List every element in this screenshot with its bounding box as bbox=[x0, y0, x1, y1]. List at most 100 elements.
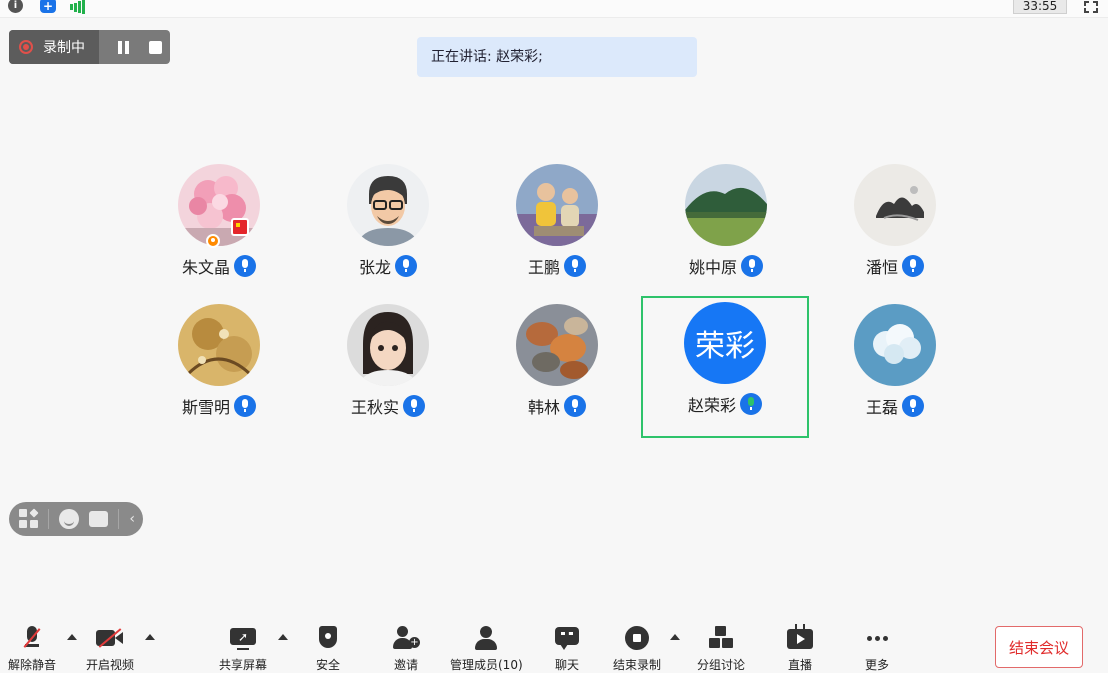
danmaku-chat-icon[interactable] bbox=[88, 511, 109, 527]
network-signal-icon[interactable] bbox=[70, 0, 86, 14]
meeting-window: i + 33:55 录制中 正在讲话: 赵荣彩; 朱文晶 张龙 王鹏 姚中原 潘… bbox=[0, 0, 1108, 673]
chat-icon bbox=[553, 624, 581, 652]
unmute-button[interactable]: 解除静音 bbox=[8, 624, 56, 673]
add-user-icon: + bbox=[392, 624, 420, 652]
avatar bbox=[347, 164, 429, 246]
manage-members-label: 管理成员(10) bbox=[450, 658, 523, 672]
info-icon[interactable]: i bbox=[8, 0, 23, 13]
chat-label: 聊天 bbox=[554, 658, 579, 672]
end-meeting-button[interactable]: 结束会议 bbox=[995, 626, 1083, 668]
participant-name: 潘恒 bbox=[865, 258, 898, 277]
participant-name: 韩林 bbox=[527, 398, 560, 417]
collapse-chevron-icon[interactable]: ‹ bbox=[129, 509, 143, 529]
live-stream-icon bbox=[786, 624, 814, 652]
status-bar: i + 33:55 bbox=[0, 0, 1108, 18]
mic-on-icon[interactable] bbox=[234, 395, 256, 417]
stop-record-icon bbox=[623, 624, 651, 652]
participant-name: 斯雪明 bbox=[181, 398, 230, 417]
bottom-toolbar: 解除静音 开启视频 ➚ 共享屏幕 安全 + 邀请 管理成员(10) 聊天 结束录… bbox=[0, 620, 1108, 673]
participant-tile[interactable]: 韩林 bbox=[473, 298, 641, 440]
avatar bbox=[854, 164, 936, 246]
more-label: 更多 bbox=[864, 658, 889, 672]
host-badge-icon bbox=[206, 234, 220, 248]
speaking-indicator: 正在讲话: 赵荣彩; bbox=[417, 37, 697, 77]
security-label: 安全 bbox=[315, 658, 340, 672]
mic-on-icon[interactable] bbox=[564, 255, 586, 277]
avatar bbox=[854, 304, 936, 386]
recording-controls: 录制中 bbox=[9, 30, 170, 64]
mic-on-icon[interactable] bbox=[403, 395, 425, 417]
invite-button[interactable]: + 邀请 bbox=[392, 624, 420, 673]
recording-options-caret-icon[interactable] bbox=[670, 634, 680, 640]
manage-members-button[interactable]: 管理成员(10) bbox=[450, 624, 523, 673]
shield-icon bbox=[314, 624, 342, 652]
more-button[interactable]: 更多 bbox=[863, 624, 891, 673]
participant-name: 朱文晶 bbox=[181, 258, 230, 277]
participant-tile-active-speaker[interactable]: 荣彩 赵荣彩 bbox=[641, 296, 809, 438]
emoji-reaction-icon[interactable] bbox=[59, 509, 79, 529]
participant-name: 王鹏 bbox=[527, 258, 560, 277]
live-stream-label: 直播 bbox=[787, 658, 812, 672]
end-recording-label: 结束录制 bbox=[613, 658, 662, 672]
avatar bbox=[516, 304, 598, 386]
chat-button[interactable]: 聊天 bbox=[553, 624, 581, 673]
breakout-rooms-label: 分组讨论 bbox=[697, 658, 746, 672]
participant-tile[interactable]: 潘恒 bbox=[811, 158, 979, 300]
recording-label: 录制中 bbox=[43, 40, 85, 56]
members-icon bbox=[472, 624, 500, 652]
start-video-label: 开启视频 bbox=[86, 658, 135, 672]
mic-on-icon[interactable] bbox=[395, 255, 417, 277]
mic-on-icon[interactable] bbox=[902, 395, 924, 417]
flag-badge-icon bbox=[231, 218, 249, 236]
video-options-caret-icon[interactable] bbox=[145, 634, 155, 640]
end-recording-button[interactable]: 结束录制 bbox=[613, 624, 661, 673]
avatar bbox=[516, 164, 598, 246]
invite-label: 邀请 bbox=[393, 658, 418, 672]
participant-tile[interactable]: 王秋实 bbox=[304, 298, 472, 440]
breakout-rooms-icon bbox=[707, 624, 735, 652]
participant-tile[interactable]: 王鹏 bbox=[473, 158, 641, 300]
divider bbox=[48, 509, 50, 529]
share-screen-label: 共享屏幕 bbox=[219, 658, 268, 672]
participant-tile[interactable]: 斯雪明 bbox=[135, 298, 303, 440]
meeting-timer: 33:55 bbox=[1013, 0, 1067, 14]
layout-grid-icon[interactable] bbox=[19, 508, 39, 529]
avatar: 荣彩 bbox=[684, 302, 766, 384]
mic-muted-icon bbox=[18, 624, 46, 652]
mic-on-icon[interactable] bbox=[741, 255, 763, 277]
audio-options-caret-icon[interactable] bbox=[67, 634, 77, 640]
breakout-rooms-button[interactable]: 分组讨论 bbox=[697, 624, 745, 673]
avatar bbox=[685, 164, 767, 246]
mic-on-icon[interactable] bbox=[234, 255, 256, 277]
participant-name: 赵荣彩 bbox=[687, 396, 736, 415]
record-dot-icon bbox=[19, 40, 33, 54]
share-options-caret-icon[interactable] bbox=[278, 634, 288, 640]
stop-recording-button[interactable] bbox=[141, 30, 170, 64]
camera-off-icon bbox=[96, 624, 124, 652]
avatar-initials: 荣彩 bbox=[684, 302, 766, 384]
start-video-button[interactable]: 开启视频 bbox=[86, 624, 134, 673]
unmute-label: 解除静音 bbox=[8, 658, 57, 672]
participant-name: 张龙 bbox=[358, 258, 391, 277]
security-shield-icon[interactable]: + bbox=[40, 0, 56, 13]
live-stream-button[interactable]: 直播 bbox=[786, 624, 814, 673]
recording-indicator[interactable]: 录制中 bbox=[9, 30, 100, 64]
avatar bbox=[178, 304, 260, 386]
divider bbox=[118, 509, 120, 529]
share-screen-button[interactable]: ➚ 共享屏幕 bbox=[219, 624, 267, 673]
mic-on-icon[interactable] bbox=[564, 395, 586, 417]
avatar bbox=[347, 304, 429, 386]
participant-tile[interactable]: 朱文晶 bbox=[135, 158, 303, 300]
security-button[interactable]: 安全 bbox=[314, 624, 342, 673]
participant-tile[interactable]: 王磊 bbox=[811, 298, 979, 440]
participant-name: 姚中原 bbox=[688, 258, 737, 277]
fullscreen-icon[interactable] bbox=[1082, 0, 1100, 14]
quick-tools-bar: ‹ bbox=[9, 502, 143, 536]
participant-tile[interactable]: 姚中原 bbox=[642, 158, 810, 300]
participant-name: 王磊 bbox=[865, 398, 898, 417]
mic-on-icon[interactable] bbox=[902, 255, 924, 277]
participant-tile[interactable]: 张龙 bbox=[304, 158, 472, 300]
mic-speaking-icon[interactable] bbox=[740, 393, 762, 415]
pause-recording-button[interactable] bbox=[107, 30, 140, 64]
more-dots-icon bbox=[863, 624, 891, 652]
